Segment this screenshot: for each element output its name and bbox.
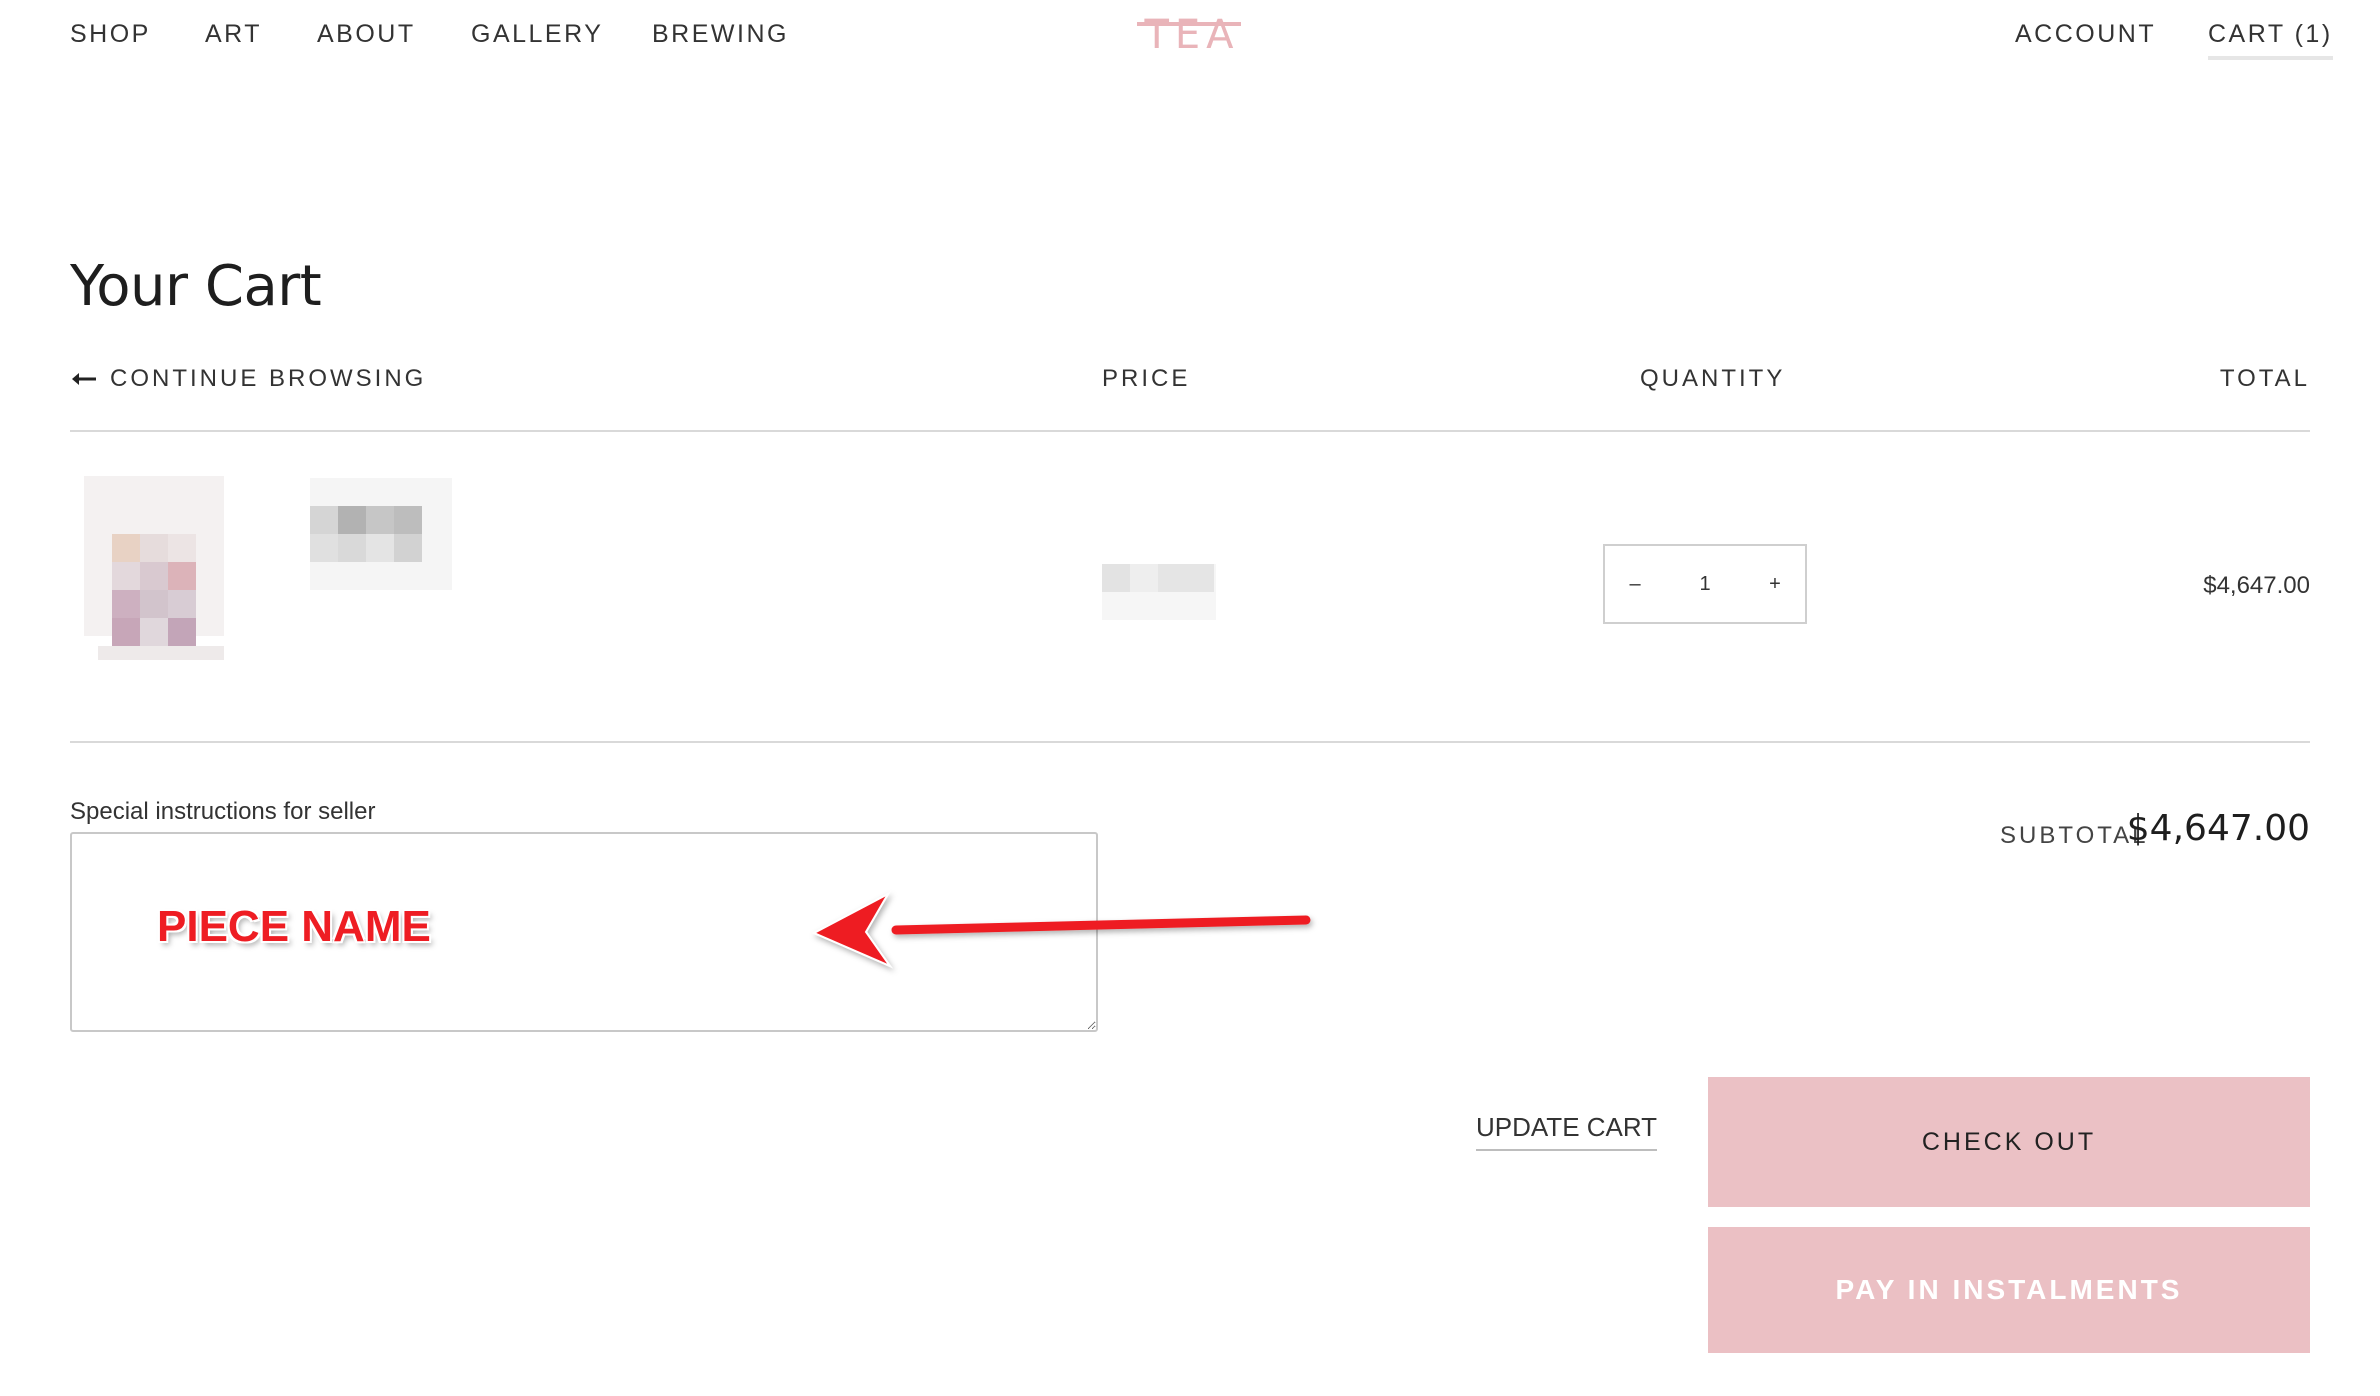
item-divider xyxy=(70,741,2310,743)
nav-art[interactable]: ART xyxy=(205,20,262,49)
product-name-blurred[interactable] xyxy=(310,478,452,590)
nav-brewing[interactable]: BREWING xyxy=(652,20,789,49)
continue-browsing-label: CONTINUE BROWSING xyxy=(110,365,427,392)
line-total: $4,647.00 xyxy=(2203,572,2310,599)
nav-account[interactable]: ACCOUNT xyxy=(2015,20,2156,49)
checkout-button[interactable]: CHECK OUT xyxy=(1708,1077,2310,1207)
quantity-stepper: – 1 + xyxy=(1603,544,1807,624)
annotation-arrow-icon xyxy=(811,891,1311,969)
annotation-label: PIECE NAME xyxy=(157,902,431,951)
logo-bar xyxy=(1137,22,1241,26)
site-logo[interactable]: TEA xyxy=(1137,12,1247,62)
price-header: PRICE xyxy=(1102,365,1191,392)
pay-in-instalments-button[interactable]: PAY IN INSTALMENTS xyxy=(1708,1227,2310,1353)
nav-shop[interactable]: SHOP xyxy=(70,20,151,49)
decrement-button[interactable]: – xyxy=(1605,573,1665,596)
nav-gallery[interactable]: GALLERY xyxy=(471,20,603,49)
update-cart-button[interactable]: UPDATE CART xyxy=(1476,1112,1658,1151)
checkout-label: CHECK OUT xyxy=(1921,1127,2097,1156)
quantity-header: QUANTITY xyxy=(1640,365,1786,392)
total-header: TOTAL xyxy=(2219,365,2310,392)
quantity-value[interactable]: 1 xyxy=(1665,573,1745,596)
continue-browsing-link[interactable]: CONTINUE BROWSING xyxy=(70,365,426,393)
subtotal-value: $4,647.00 xyxy=(2126,808,2310,849)
nav-about[interactable]: ABOUT xyxy=(317,20,416,49)
page-title: Your Cart xyxy=(70,254,322,319)
header-divider xyxy=(70,430,2310,432)
pay-in-instalments-label: PAY IN INSTALMENTS xyxy=(1835,1274,2183,1305)
nav-cart[interactable]: CART (1) xyxy=(2208,20,2333,60)
product-image[interactable] xyxy=(84,476,254,666)
price-blurred xyxy=(1102,564,1216,620)
arrow-left-icon xyxy=(72,373,96,385)
increment-button[interactable]: + xyxy=(1745,573,1805,596)
instructions-label: Special instructions for seller xyxy=(70,798,376,825)
